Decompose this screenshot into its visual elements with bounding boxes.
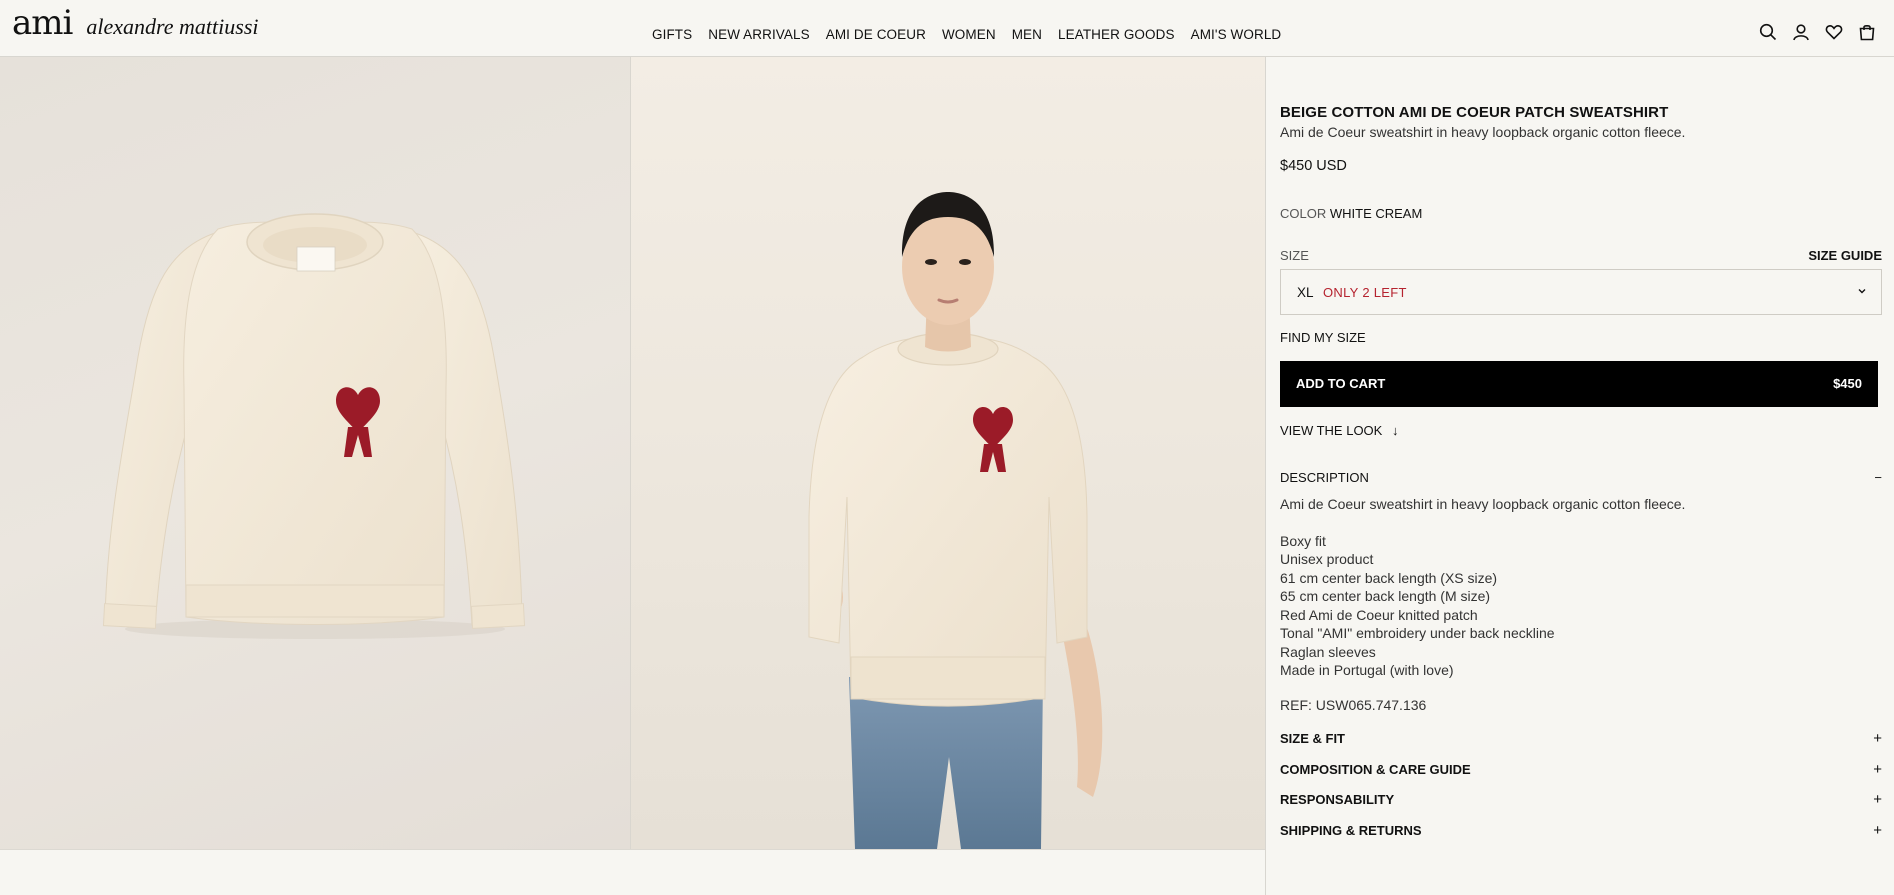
product-image-flatlay[interactable] [0,57,630,849]
color-value: WHITE CREAM [1329,206,1423,221]
feature-line: 65 cm center back length (M size) [1280,588,1491,604]
add-to-cart-button[interactable]: ADD TO CART $450 [1280,361,1878,407]
nav-leather-goods[interactable]: LEATHER GOODS [1058,27,1175,42]
description-features: Boxy fit Unisex product 61 cm center bac… [1280,532,1685,680]
feature-line: Unisex product [1280,551,1374,567]
view-the-look-link[interactable]: VIEW THE LOOK ↓ [1280,423,1398,438]
logo-name: alexandre mattiussi [86,14,259,39]
collapse-icon: − [1874,470,1882,485]
nav-women[interactable]: WOMEN [942,27,996,42]
expand-icon: + [1873,730,1882,747]
gallery-next-row [0,849,1265,895]
product-image-model[interactable] [631,57,1265,849]
sweatshirt-flatlay-illustration [102,213,526,639]
shopping-bag-icon[interactable] [1858,23,1876,41]
low-stock-note: ONLY 2 LEFT [1323,285,1407,300]
shipping-returns-accordion[interactable]: SHIPPING & RETURNS + [1280,822,1882,839]
feature-line: 61 cm center back length (XS size) [1280,569,1498,586]
accordion-label: SHIPPING & RETURNS [1280,823,1422,838]
add-to-cart-price: $450 [1833,376,1862,391]
accordion-label: COMPOSITION & CARE GUIDE [1280,762,1471,777]
nav-amis-world[interactable]: AMI'S WORLD [1191,27,1282,42]
product-title: BEIGE COTTON AMI DE COEUR PATCH SWEATSHI… [1280,104,1669,121]
accordion-label: SIZE & FIT [1280,731,1345,746]
composition-care-accordion[interactable]: COMPOSITION & CARE GUIDE + [1280,761,1882,778]
product-gallery [0,57,1265,895]
selected-size: XL [1297,285,1314,300]
site-header: ami alexandre mattiussi GIFTS NEW ARRIVA… [0,0,1894,57]
description-label: DESCRIPTION [1280,470,1369,485]
description-body: Ami de Coeur sweatshirt in heavy loopbac… [1280,495,1685,680]
size-fit-accordion[interactable]: SIZE & FIT + [1280,730,1882,747]
product-subtitle: Ami de Coeur sweatshirt in heavy loopbac… [1280,124,1686,140]
color-label: COLOR [1280,206,1327,221]
color-selector: COLOR WHITE CREAM [1280,206,1422,221]
nav-men[interactable]: MEN [1012,27,1042,42]
nav-gifts[interactable]: GIFTS [652,27,692,42]
product-price: $450 USD [1280,158,1347,174]
feature-line: Made in Portugal (with love) [1280,662,1454,678]
logo-mark: ami [12,3,73,43]
arrow-down-icon: ↓ [1391,423,1399,438]
feature-line: Raglan sleeves [1280,643,1376,660]
feature-line: Tonal "AMI" embroidery under back neckli… [1280,625,1555,641]
search-icon[interactable] [1759,23,1777,41]
account-icon[interactable] [1792,23,1810,41]
feature-line: Boxy fit [1280,532,1326,549]
wishlist-heart-icon[interactable] [1825,23,1843,41]
product-reference: REF: USW065.747.136 [1280,697,1427,713]
main-nav: GIFTS NEW ARRIVALS AMI DE COEUR WOMEN ME… [652,27,1281,42]
header-actions [1759,23,1876,41]
expand-icon: + [1873,822,1882,839]
nav-new-arrivals[interactable]: NEW ARRIVALS [708,27,809,42]
description-accordion-header[interactable]: DESCRIPTION − [1280,470,1882,485]
nav-ami-de-coeur[interactable]: AMI DE COEUR [826,27,926,42]
chevron-down-icon [1858,289,1866,294]
expand-icon: + [1873,791,1882,808]
expand-icon: + [1873,761,1882,778]
size-guide-link[interactable]: SIZE GUIDE [1808,248,1882,263]
responsability-accordion[interactable]: RESPONSABILITY + [1280,791,1882,808]
add-to-cart-label: ADD TO CART [1296,376,1386,391]
column-divider [1265,57,1266,895]
find-my-size-link[interactable]: FIND MY SIZE [1280,330,1366,345]
view-the-look-label: VIEW THE LOOK [1280,423,1383,438]
size-dropdown[interactable]: XL ONLY 2 LEFT [1280,269,1882,315]
brand-logo[interactable]: ami alexandre mattiussi [12,6,259,40]
model-wearing-sweatshirt-illustration [808,192,1103,849]
accordion-label: RESPONSABILITY [1280,792,1395,807]
feature-line: Red Ami de Coeur knitted patch [1280,606,1478,623]
description-intro: Ami de Coeur sweatshirt in heavy loopbac… [1280,496,1686,512]
size-label: SIZE [1280,248,1309,263]
